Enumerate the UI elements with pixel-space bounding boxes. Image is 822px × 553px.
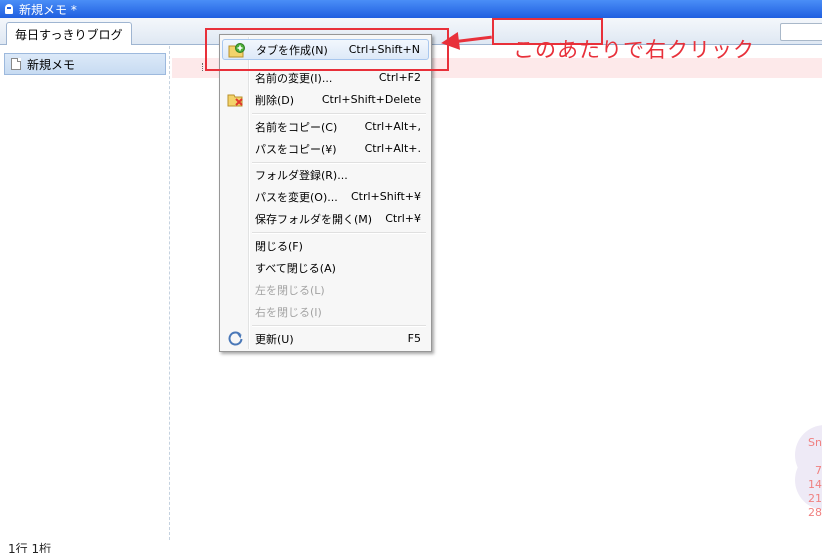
menu-item-close-all[interactable]: すべて閉じる(A) [222, 257, 429, 278]
calendar-header: Sn [808, 436, 822, 449]
sidebar-item-new-memo[interactable]: 新規メモ [4, 53, 166, 75]
menu-item-copy-name[interactable]: 名前をコピー(C) Ctrl+Alt+, [222, 116, 429, 137]
sidebar-item-label: 新規メモ [27, 57, 76, 72]
app-icon [3, 3, 15, 15]
editor-caret [202, 63, 203, 71]
menu-item-close-left[interactable]: 左を閉じる(L) [222, 279, 429, 300]
search-input[interactable] [780, 23, 822, 41]
menu-item-change-path[interactable]: パスを変更(O)... Ctrl+Shift+¥ [222, 186, 429, 207]
refresh-icon [228, 331, 243, 346]
menu-item-close[interactable]: 閉じる(F) [222, 235, 429, 256]
annotation-highlight-box [205, 28, 449, 71]
annotation-arrow-head [439, 31, 461, 53]
menu-item-copy-path[interactable]: パスをコピー(¥) Ctrl+Alt+. [222, 138, 429, 159]
title-bar: 新規メモ * [0, 0, 822, 18]
calendar-day[interactable]: 14 [802, 478, 822, 492]
menu-separator [252, 232, 426, 234]
menu-separator [252, 325, 426, 327]
menu-item-delete[interactable]: 削除(D) Ctrl+Shift+Delete [222, 89, 429, 110]
calendar-day[interactable]: 7 [802, 464, 822, 478]
tab-label: 毎日すっきりブログ [15, 27, 123, 42]
context-menu: タブを作成(N) Ctrl+Shift+N 名前の変更(I)... Ctrl+F… [219, 34, 432, 352]
menu-item-close-right[interactable]: 右を閉じる(I) [222, 301, 429, 322]
menu-separator [252, 113, 426, 115]
menu-item-register-folder[interactable]: フォルダ登録(R)... [222, 164, 429, 185]
window-title: 新規メモ * [19, 2, 77, 17]
tab-blog[interactable]: 毎日すっきりブログ [6, 22, 132, 45]
calendar-day[interactable]: 28 [802, 506, 822, 520]
status-position: 1行 1桁 [8, 542, 52, 553]
memo-list-pane: 新規メモ [0, 46, 170, 540]
mini-calendar: Sn 7 14 21 28 [802, 436, 822, 520]
calendar-day[interactable]: 21 [802, 492, 822, 506]
delete-folder-icon [227, 94, 243, 107]
document-icon [11, 58, 21, 70]
menu-item-open-save-folder[interactable]: 保存フォルダを開く(M) Ctrl+¥ [222, 208, 429, 229]
menu-item-refresh[interactable]: 更新(U) F5 [222, 328, 429, 349]
annotation-text: このあたりで右クリック [513, 38, 755, 62]
